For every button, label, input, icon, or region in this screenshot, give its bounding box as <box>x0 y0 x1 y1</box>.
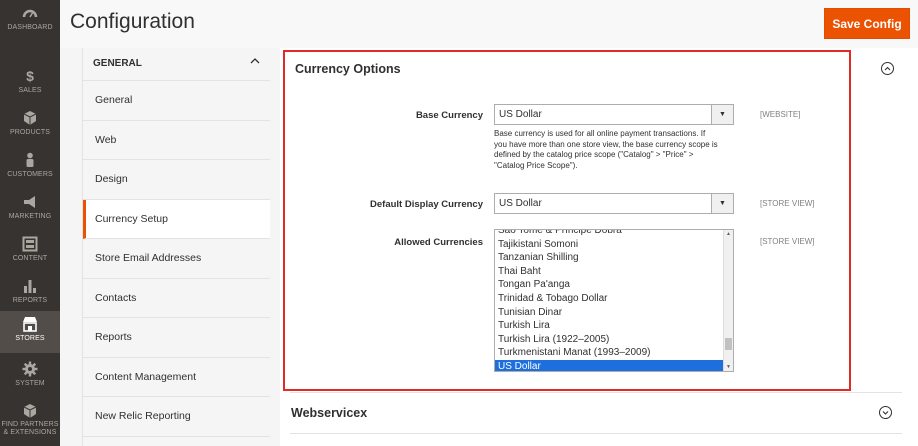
currency-option[interactable]: Turkish Lira <box>495 319 733 333</box>
tab-design[interactable]: Design <box>83 160 270 200</box>
display-currency-label: Default Display Currency <box>370 199 483 210</box>
nav-stores[interactable]: STORES <box>0 311 60 353</box>
multiselect-scrollbar[interactable]: ▲ ▼ <box>723 230 733 371</box>
tab-web[interactable]: Web <box>83 121 270 160</box>
note-line: defined by the catalog price scope ("Cat… <box>494 150 694 159</box>
nav-dashboard[interactable]: DASHBOARD <box>0 0 60 42</box>
section-title-currency-options[interactable]: Currency Options <box>295 62 401 76</box>
tab-currency-setup[interactable]: Currency Setup <box>83 199 270 239</box>
caret-down-icon: ▼ <box>711 105 733 124</box>
chevron-up-circle-icon[interactable] <box>881 62 894 75</box>
display-currency-value: US Dollar <box>499 198 542 209</box>
dashboard-icon <box>22 5 38 21</box>
nav-label: SALES <box>18 87 42 94</box>
currency-option-selected[interactable]: US Dollar <box>495 359 733 371</box>
allowed-currencies-multiselect[interactable]: São Tomé & Príncipe Dobra Tajikistani So… <box>494 229 734 372</box>
dollar-icon: $ <box>26 68 34 84</box>
nav-label: REPORTS <box>12 297 48 304</box>
tab-store-email-addresses[interactable]: Store Email Addresses <box>83 239 270 279</box>
note-line: "Catalog Price Scope"). <box>494 160 578 170</box>
admin-menu: DASHBOARD $ SALES PRODUCTS CUSTOMERS MAR… <box>0 0 60 446</box>
store-icon <box>22 316 38 332</box>
nav-label-line2: & EXTENSIONS <box>3 429 57 436</box>
display-currency-select[interactable]: US Dollar ▼ <box>494 193 734 214</box>
caret-down-icon: ▼ <box>711 194 733 213</box>
currency-option[interactable]: Trinidad & Tobago Dollar <box>495 292 733 306</box>
currency-options-highlight: Currency Options Base Currency US Dollar… <box>283 50 894 391</box>
tab-new-relic-reporting[interactable]: New Relic Reporting <box>83 397 270 437</box>
nav-find-partners[interactable]: FIND PARTNERS & EXTENSIONS <box>0 398 60 446</box>
allowed-currencies-scope: [STORE VIEW] <box>760 237 815 246</box>
base-currency-label: Base Currency <box>415 110 483 121</box>
currency-option[interactable]: Turkish Lira (1922–2005) <box>495 333 733 347</box>
nav-label: FIND PARTNERS <box>1 421 59 428</box>
save-config-button[interactable]: Save Config <box>824 8 910 39</box>
bar-chart-icon <box>22 278 38 294</box>
currency-option[interactable]: Tanzanian Shilling <box>495 251 733 265</box>
nav-marketing[interactable]: MARKETING <box>0 189 60 231</box>
scroll-up-icon[interactable]: ▲ <box>724 231 733 237</box>
currency-option[interactable]: São Tomé & Príncipe Dobra <box>495 230 733 238</box>
section-divider <box>290 433 902 434</box>
section-divider <box>290 392 902 393</box>
megaphone-icon <box>22 194 38 210</box>
base-currency-select[interactable]: US Dollar ▼ <box>494 104 734 125</box>
tab-content-management[interactable]: Content Management <box>83 358 270 397</box>
page-header: Configuration Save Config <box>60 0 918 48</box>
currency-option[interactable]: Tajikistani Somoni <box>495 238 733 252</box>
tab-contacts[interactable]: Contacts <box>83 279 270 318</box>
chevron-up-icon <box>250 56 260 69</box>
base-currency-note: Base currency is used for all online pay… <box>494 129 734 171</box>
currency-option[interactable]: Turkmenistani Manat (1993–2009) <box>495 346 733 360</box>
person-icon <box>22 152 38 168</box>
cube-icon <box>22 110 38 126</box>
allowed-currencies-label: Allowed Currencies <box>394 237 483 248</box>
config-content: Currency Options Base Currency US Dollar… <box>280 48 918 446</box>
gear-icon <box>22 361 38 377</box>
page-title: Configuration <box>70 10 195 33</box>
layout-icon <box>22 236 38 252</box>
tab-group-title: GENERAL <box>93 58 142 69</box>
nav-label: MARKETING <box>8 213 52 220</box>
scrollbar-thumb[interactable] <box>725 338 732 350</box>
nav-label: SYSTEM <box>15 380 45 387</box>
nav-content[interactable]: CONTENT <box>0 231 60 273</box>
nav-system[interactable]: SYSTEM <box>0 356 60 398</box>
section-title-webservicex[interactable]: Webservicex <box>291 406 367 420</box>
nav-reports[interactable]: REPORTS <box>0 273 60 315</box>
currency-option[interactable]: Tongan Pa'anga <box>495 278 733 292</box>
nav-label: PRODUCTS <box>9 129 51 136</box>
nav-label: CONTENT <box>12 255 48 262</box>
box-icon <box>22 403 38 419</box>
nav-sales[interactable]: $ SALES <box>0 63 60 105</box>
display-currency-scope: [STORE VIEW] <box>760 199 815 208</box>
tab-reports[interactable]: Reports <box>83 318 270 358</box>
tab-group-general[interactable]: GENERAL <box>83 48 270 81</box>
nav-label: CUSTOMERS <box>7 171 53 178</box>
nav-customers[interactable]: CUSTOMERS <box>0 147 60 189</box>
currency-option[interactable]: Thai Baht <box>495 265 733 279</box>
currency-option[interactable]: Tunisian Dinar <box>495 306 733 320</box>
nav-products[interactable]: PRODUCTS <box>0 105 60 147</box>
note-line: you have more than one store view, the b… <box>494 139 718 149</box>
nav-label: STORES <box>15 335 45 342</box>
base-currency-value: US Dollar <box>499 109 542 120</box>
note-line: Base currency is used for all online pay… <box>494 129 706 138</box>
tab-general[interactable]: General <box>83 81 270 121</box>
config-tabs: GENERAL General Web Design Currency Setu… <box>82 48 270 446</box>
scroll-down-icon[interactable]: ▼ <box>724 364 733 370</box>
nav-label: DASHBOARD <box>7 24 53 31</box>
chevron-down-circle-icon[interactable] <box>879 406 892 419</box>
base-currency-scope: [WEBSITE] <box>760 110 801 119</box>
